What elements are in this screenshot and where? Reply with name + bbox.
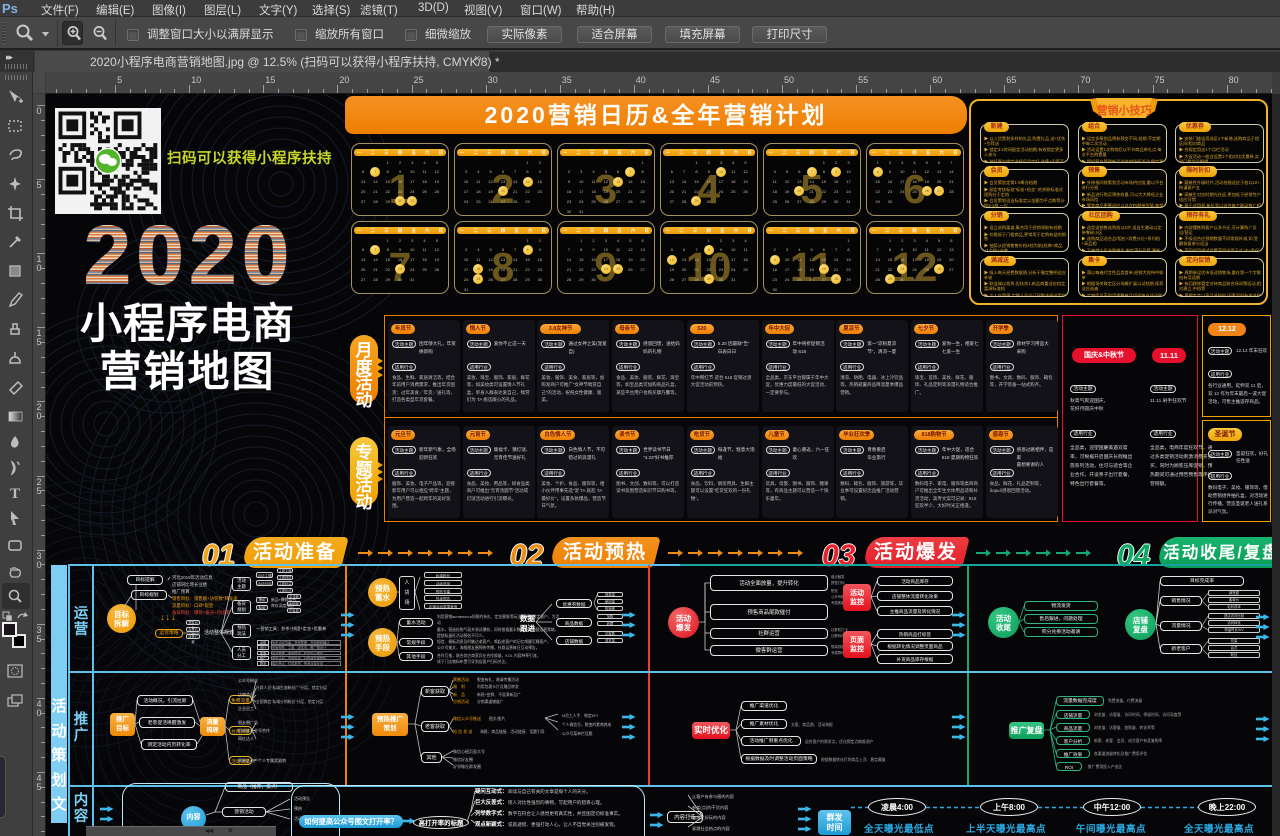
svg-text:T: T [10, 486, 20, 502]
